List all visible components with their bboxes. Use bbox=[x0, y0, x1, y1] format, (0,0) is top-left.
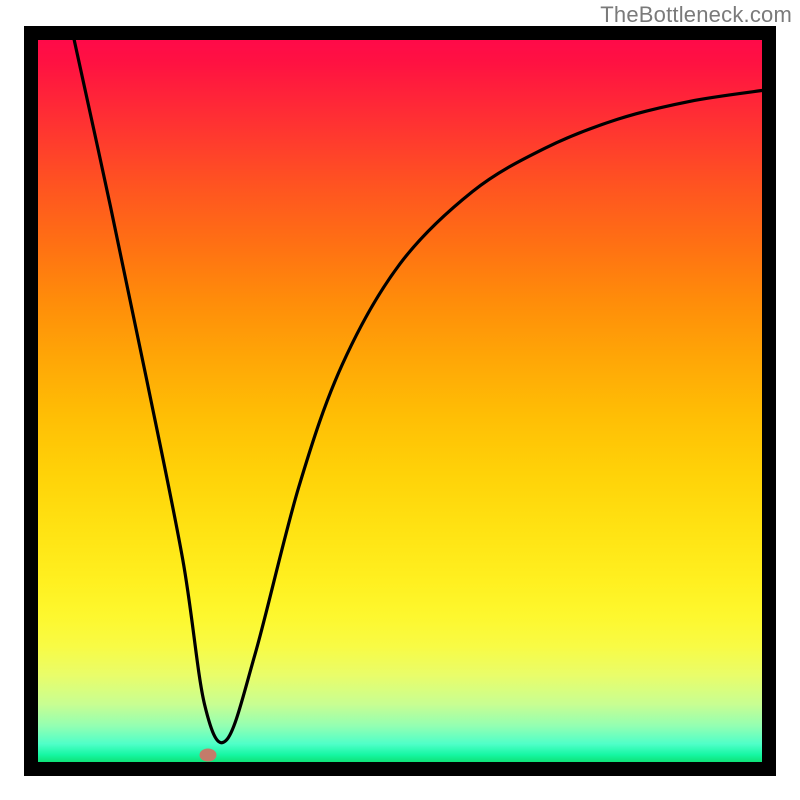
optimum-marker bbox=[200, 748, 217, 761]
curve-svg bbox=[38, 40, 762, 762]
chart-stage: TheBottleneck.com bbox=[0, 0, 800, 800]
bottleneck-curve bbox=[74, 40, 762, 743]
plot-area bbox=[38, 40, 762, 762]
chart-frame bbox=[24, 26, 776, 776]
watermark-text: TheBottleneck.com bbox=[600, 2, 792, 28]
